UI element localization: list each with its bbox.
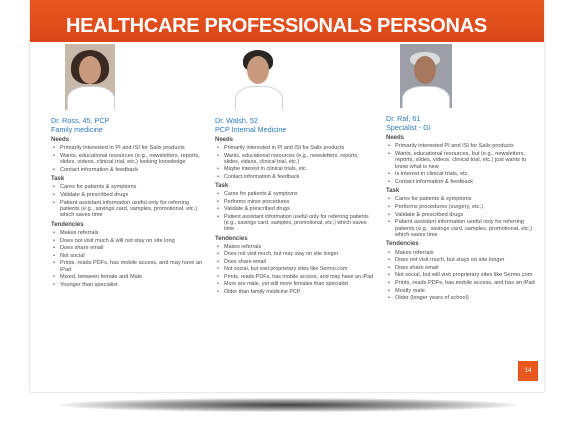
section-label-tendencies: Tendencies xyxy=(386,241,419,248)
list-item: Makes referrals xyxy=(53,230,209,237)
list-item: Wants, educational resources (e.g., news… xyxy=(217,153,375,166)
list-item: Older (longer years of school) xyxy=(388,295,536,302)
persona-role: Family medicine xyxy=(51,125,103,134)
list-item: Not social xyxy=(53,253,209,260)
list-item: Contact information & feedback xyxy=(388,179,536,186)
section-label-task: Task xyxy=(386,188,400,195)
slide-shadow xyxy=(60,398,516,412)
list-item: Performs minor procedures xyxy=(217,199,375,206)
list-item: Wants, educational resources (e.g., news… xyxy=(53,153,209,166)
list-item: Makes referrals xyxy=(388,250,536,257)
persona-name: Dr. Walsh, 52 xyxy=(215,116,258,125)
persona-photo xyxy=(233,44,283,110)
persona-card-walsh: Dr. Walsh, 52 PCP Internal Medicine Need… xyxy=(215,44,375,295)
list-item: Is interest in clinical trials, etc. xyxy=(388,171,536,178)
list-item: Does not visit much & will not stay on s… xyxy=(53,238,209,245)
list-item: Mixed, between female and Male xyxy=(53,274,209,281)
list-item: Does share email xyxy=(388,265,536,272)
persona-card-ross: Dr. Ross, 45, PCP Family medicine Needs … xyxy=(51,44,209,289)
title-banner: HEALTHCARE PROFESSIONALS PERSONAS xyxy=(30,0,544,42)
list-item: Performs procedures (surgery, etc.) xyxy=(388,204,536,211)
list-item: Wants, educational resources, but (e.g.,… xyxy=(388,151,536,170)
slide-title: HEALTHCARE PROFESSIONALS PERSONAS xyxy=(66,15,487,37)
section-label-task: Task xyxy=(51,176,65,183)
list-item: Primarily interested in PI and ISI for S… xyxy=(217,145,375,152)
tendencies-list: Makes referrals Does not visit much, but… xyxy=(215,244,375,296)
list-item: Does share email xyxy=(217,259,375,266)
list-item: Older than family medicine PCP xyxy=(217,289,375,296)
list-item: Patient assistant information useful onl… xyxy=(388,219,536,238)
persona-role: PCP Internal Medicine xyxy=(215,125,287,134)
list-item: More are male, yet still more females th… xyxy=(217,281,375,288)
list-item: Prints, reads PDFs, has mobile access, a… xyxy=(217,274,375,281)
section-label-tendencies: Tendencies xyxy=(51,221,84,228)
list-item: Validate & prescribed drugs xyxy=(388,212,536,219)
list-item: Cares for patients & symptoms xyxy=(388,196,536,203)
persona-name: Dr. Raf, 61 xyxy=(386,114,421,123)
needs-list: Primarily interested in PI and ISI for S… xyxy=(51,145,209,173)
list-item: Maybe interest in clinical trials, etc. xyxy=(217,166,375,173)
persona-photo xyxy=(65,44,115,110)
list-item: Contact information & feedback xyxy=(53,167,209,174)
slide: HEALTHCARE PROFESSIONALS PERSONAS Dr. Ro… xyxy=(30,0,544,392)
list-item: Mostly male xyxy=(388,288,536,295)
list-item: Cares for patients & symptoms xyxy=(217,191,375,198)
persona-name: Dr. Ross, 45, PCP xyxy=(51,116,110,125)
persona-photo xyxy=(400,44,452,108)
page-number-badge: 14 xyxy=(518,361,538,381)
list-item: Younger than specialist xyxy=(53,282,209,289)
list-item: Prints, reads PDFs, has mobile access, a… xyxy=(53,260,209,273)
list-item: Primarily interested in PI and ISI for S… xyxy=(53,145,209,152)
section-label-tendencies: Tendencies xyxy=(215,235,248,242)
list-item: Not social, but visit proprietary sites … xyxy=(217,266,375,273)
list-item: Primarily interested PI and ISI for Sali… xyxy=(388,143,536,150)
tendencies-list: Makes referrals Does not visit much, but… xyxy=(386,250,536,302)
list-item: Contact information & feedback xyxy=(217,174,375,181)
task-list: Cares for patients & symptoms Performs p… xyxy=(386,196,536,238)
task-list: Cares for patients & symptoms Validate &… xyxy=(51,184,209,218)
section-label-needs: Needs xyxy=(215,137,234,143)
list-item: Patient assistant information useful onl… xyxy=(53,200,209,219)
list-item: Makes referrals xyxy=(217,244,375,251)
list-item: Prints, reads PDFs, has mobile access, a… xyxy=(388,280,536,287)
list-item: Validate & prescribed drugs xyxy=(217,206,375,213)
list-item: Validate & prescribed drugs xyxy=(53,192,209,199)
list-item: Not social, but will visit proprietary s… xyxy=(388,272,536,279)
list-item: Does share email xyxy=(53,245,209,252)
persona-card-raf: Dr. Raf, 61 Specialist - GI Needs Primar… xyxy=(386,44,536,302)
persona-role: Specialist - GI xyxy=(386,123,431,132)
list-item: Cares for patients & symptoms xyxy=(53,184,209,191)
list-item: Patient assistant information useful onl… xyxy=(217,214,375,233)
needs-list: Primarily interested in PI and ISI for S… xyxy=(215,145,375,180)
section-label-needs: Needs xyxy=(51,137,70,143)
section-label-needs: Needs xyxy=(386,135,405,141)
task-list: Cares for patients & symptoms Performs m… xyxy=(215,191,375,232)
needs-list: Primarily interested PI and ISI for Sali… xyxy=(386,143,536,185)
section-label-task: Task xyxy=(215,183,229,190)
tendencies-list: Makes referrals Does not visit much & wi… xyxy=(51,230,209,289)
list-item: Does not visit much, but may stay on sit… xyxy=(217,251,375,258)
list-item: Does not visit much, but stays on site l… xyxy=(388,257,536,264)
